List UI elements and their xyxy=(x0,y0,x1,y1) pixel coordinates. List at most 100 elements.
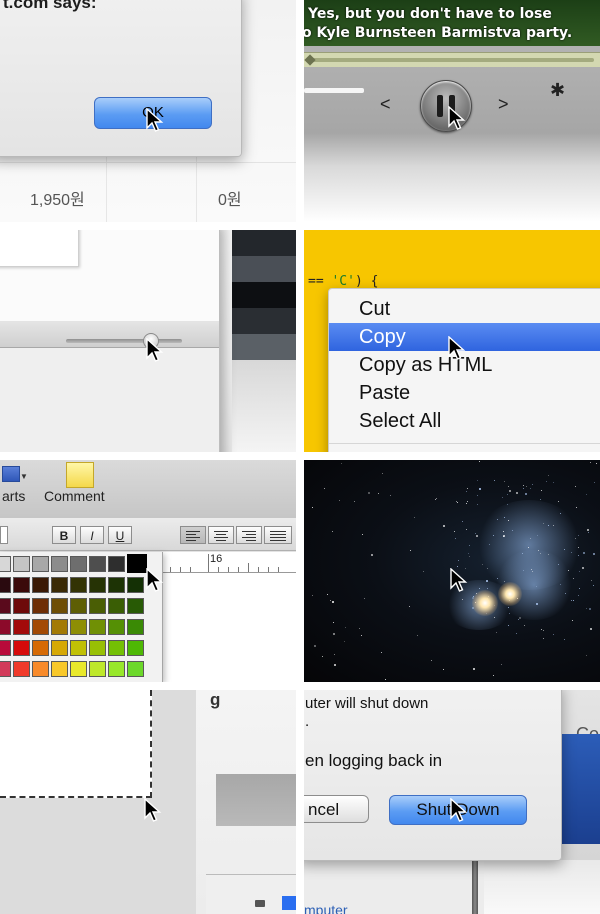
action-button[interactable] xyxy=(282,896,296,910)
color-swatch[interactable] xyxy=(32,577,49,593)
color-swatch[interactable] xyxy=(108,577,125,593)
italic-button[interactable]: I xyxy=(80,526,104,544)
underline-button[interactable]: U xyxy=(108,526,132,544)
toolbar-label-comment[interactable]: Comment xyxy=(44,488,105,504)
color-swatch[interactable] xyxy=(13,598,30,614)
star xyxy=(362,533,364,535)
color-swatch[interactable] xyxy=(70,640,87,656)
color-swatch[interactable] xyxy=(127,619,144,635)
ruler-number: 16 xyxy=(210,553,223,565)
color-swatch[interactable] xyxy=(51,640,68,656)
menu-item-paste[interactable]: Paste xyxy=(329,379,600,407)
color-swatch[interactable] xyxy=(32,640,49,656)
code-operator: == xyxy=(308,274,332,289)
bright-star xyxy=(498,582,522,606)
color-swatch[interactable] xyxy=(108,661,125,677)
color-swatch[interactable] xyxy=(70,577,87,593)
dropdown-arrow-icon[interactable]: ▼ xyxy=(20,472,28,481)
color-swatch[interactable] xyxy=(127,577,144,593)
bold-button[interactable]: B xyxy=(52,526,76,544)
color-swatch[interactable] xyxy=(89,556,106,572)
star xyxy=(469,556,471,558)
selection-rectangle[interactable] xyxy=(0,690,152,798)
color-swatch[interactable] xyxy=(51,598,68,614)
color-swatch[interactable] xyxy=(51,556,68,572)
star xyxy=(586,528,589,531)
color-swatch[interactable] xyxy=(89,577,106,593)
format-bar: B I U xyxy=(0,518,296,551)
gear-icon[interactable]: ✱ xyxy=(550,80,565,101)
star xyxy=(501,496,503,498)
color-swatch[interactable] xyxy=(0,598,11,614)
star xyxy=(333,622,334,624)
align-right-button[interactable] xyxy=(236,526,262,544)
next-button[interactable]: > xyxy=(498,94,509,115)
color-swatch[interactable] xyxy=(0,556,11,572)
seek-handle[interactable] xyxy=(304,54,316,66)
code-line: == 'C') { xyxy=(308,274,378,289)
color-swatch[interactable] xyxy=(108,598,125,614)
color-swatch[interactable] xyxy=(32,598,49,614)
star xyxy=(529,488,531,490)
color-swatch[interactable] xyxy=(32,661,49,677)
cancel-button[interactable]: ncel xyxy=(304,795,369,823)
color-swatch[interactable] xyxy=(70,619,87,635)
align-center-button[interactable] xyxy=(208,526,234,544)
menu-item-select-all[interactable]: Select All xyxy=(329,407,600,435)
color-swatch[interactable] xyxy=(0,619,11,635)
star xyxy=(523,484,525,486)
color-swatch[interactable] xyxy=(0,577,11,593)
color-swatch[interactable] xyxy=(89,619,106,635)
color-swatch[interactable] xyxy=(32,556,49,572)
align-left-button[interactable] xyxy=(180,526,206,544)
background-stripe xyxy=(232,230,296,256)
color-swatch[interactable] xyxy=(108,619,125,635)
color-swatch[interactable] xyxy=(51,619,68,635)
color-swatch[interactable] xyxy=(0,661,11,677)
star xyxy=(417,634,419,636)
toolbar-label-charts[interactable]: arts xyxy=(2,488,25,504)
charts-icon[interactable] xyxy=(2,466,20,482)
star xyxy=(526,485,528,487)
star xyxy=(313,644,316,647)
color-swatch[interactable] xyxy=(108,640,125,656)
color-swatch[interactable] xyxy=(127,661,144,677)
volume-slider[interactable] xyxy=(304,88,364,93)
color-swatch[interactable] xyxy=(89,661,106,677)
star xyxy=(583,551,586,554)
star xyxy=(543,638,545,640)
color-swatch[interactable] xyxy=(13,640,30,656)
color-swatch[interactable] xyxy=(108,556,125,572)
tile-shutdown-dialog: Co mputer uter will shut down . en loggi… xyxy=(304,690,600,914)
color-swatch[interactable] xyxy=(70,598,87,614)
color-swatch[interactable] xyxy=(0,640,11,656)
size-slider[interactable] xyxy=(66,339,182,343)
seek-bar[interactable] xyxy=(304,52,600,67)
color-swatch[interactable] xyxy=(70,661,87,677)
color-swatch[interactable] xyxy=(13,577,30,593)
color-swatch[interactable] xyxy=(127,640,144,656)
menu-item-cut[interactable]: Cut xyxy=(329,295,600,323)
color-swatch[interactable] xyxy=(32,619,49,635)
table-row-divider xyxy=(0,162,296,163)
star xyxy=(593,482,595,484)
inner-panel xyxy=(0,230,79,267)
previous-button[interactable]: < xyxy=(380,94,391,115)
color-swatch[interactable] xyxy=(13,661,30,677)
star xyxy=(515,492,518,495)
color-swatch[interactable] xyxy=(127,598,144,614)
tile-video-player: Yes, but you don't have to lose o Kyle B… xyxy=(304,0,600,222)
color-swatch[interactable] xyxy=(127,554,147,573)
color-swatch[interactable] xyxy=(13,619,30,635)
justify-button[interactable] xyxy=(264,526,292,544)
color-swatch[interactable] xyxy=(89,598,106,614)
color-swatch[interactable] xyxy=(89,640,106,656)
color-swatch[interactable] xyxy=(13,556,30,572)
camera-icon[interactable] xyxy=(255,900,265,907)
comment-icon[interactable] xyxy=(66,462,94,488)
color-swatch[interactable] xyxy=(51,577,68,593)
font-field[interactable] xyxy=(0,526,8,544)
color-swatch[interactable] xyxy=(70,556,87,572)
color-swatch[interactable] xyxy=(51,661,68,677)
star xyxy=(340,463,342,465)
